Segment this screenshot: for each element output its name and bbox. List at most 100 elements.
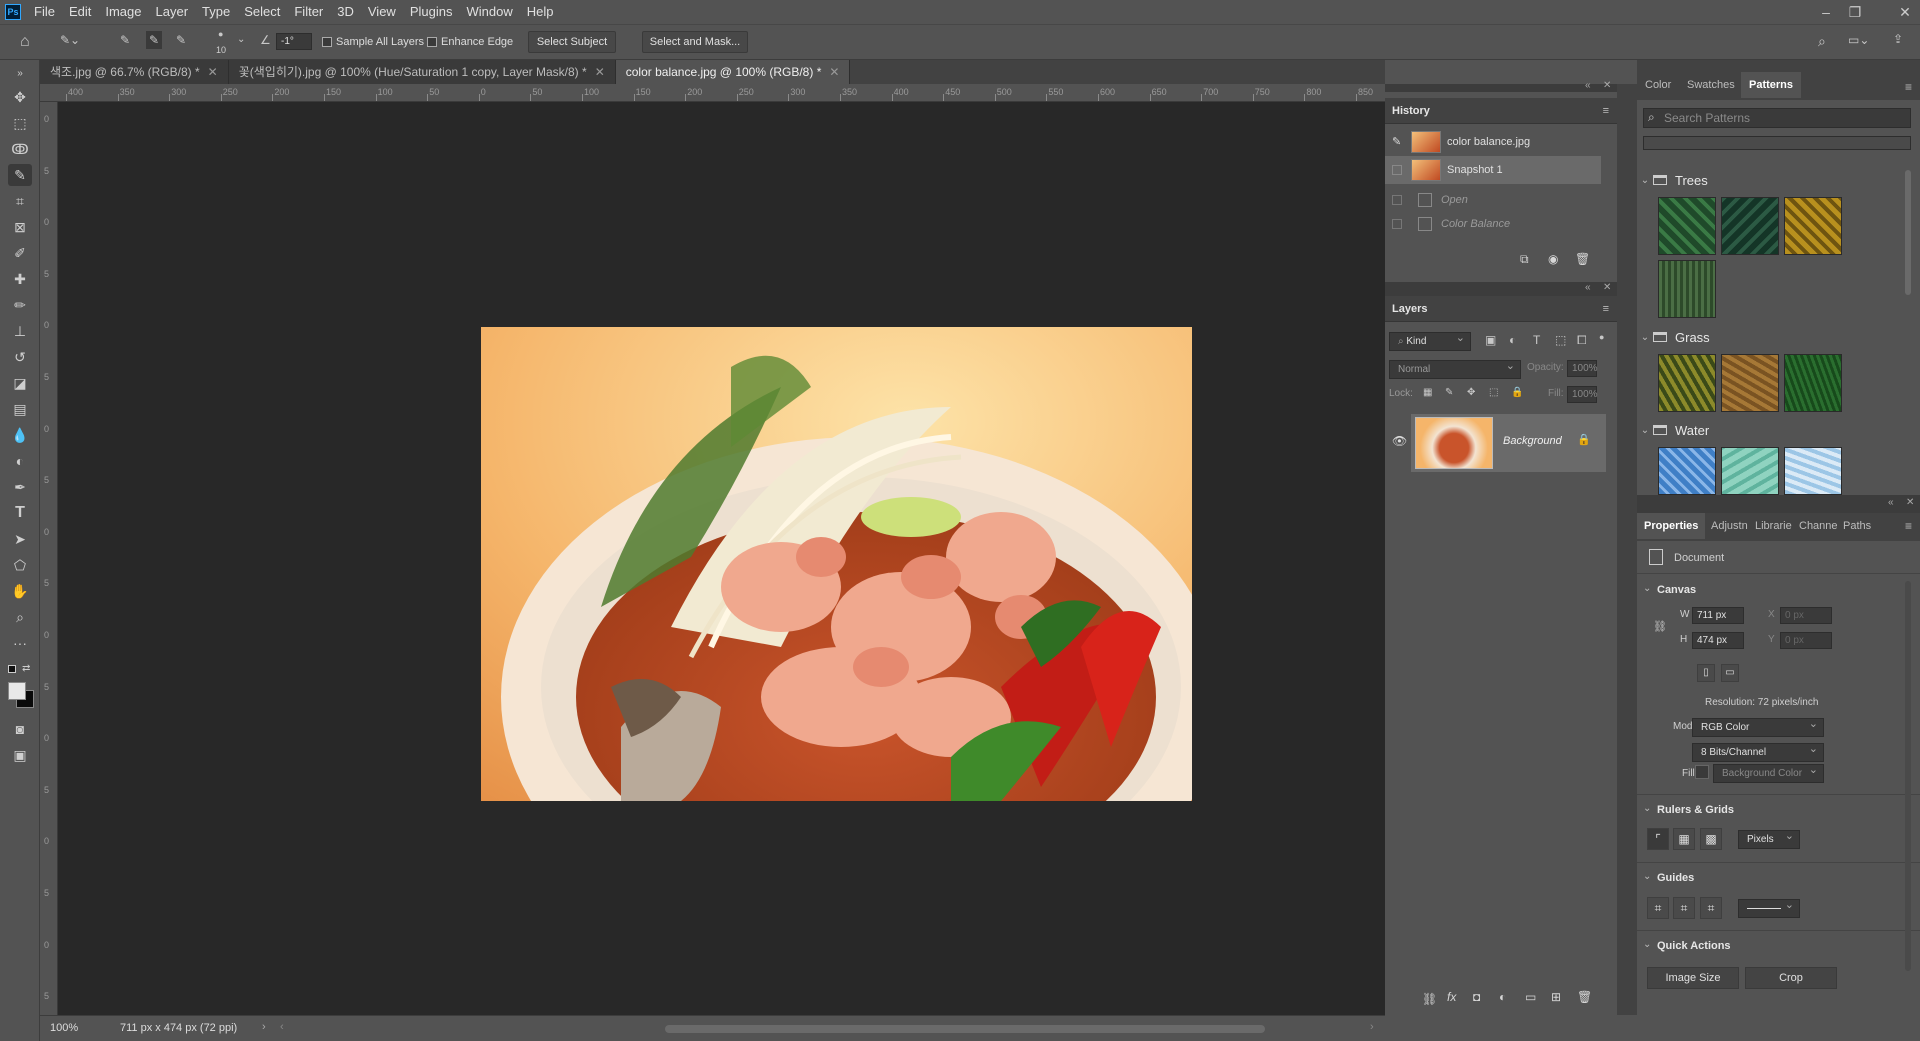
history-source-checkbox[interactable] [1392, 165, 1402, 175]
panel-menu-icon[interactable]: ≡ [1603, 98, 1609, 124]
shape-tool-icon[interactable]: ⬠ [8, 554, 32, 576]
path-selection-tool-icon[interactable]: ➤ [8, 528, 32, 550]
layer-name[interactable]: Background [1503, 435, 1562, 447]
minimize-icon[interactable]: – [1813, 2, 1839, 22]
foreground-color-swatch[interactable] [8, 682, 26, 700]
lock-artboard-icon[interactable]: ⬚ [1489, 387, 1498, 398]
frame-tool-icon[interactable]: ⊠ [8, 216, 32, 238]
layers-title[interactable]: Layers [1392, 303, 1427, 315]
share-icon[interactable]: ⇪ [1893, 32, 1903, 46]
bit-depth-select[interactable]: 8 Bits/Channel [1692, 741, 1824, 762]
eyedropper-tool-icon[interactable]: ✐ [8, 242, 32, 264]
adjustment-layer-icon[interactable]: ◐ [1499, 990, 1506, 1004]
pattern-group-trees[interactable]: ⌄ Trees [1637, 169, 1920, 191]
tab-adjustments[interactable]: Adjustn [1711, 513, 1748, 539]
new-document-from-state-icon[interactable]: ⧉ [1520, 252, 1529, 267]
menu-plugins[interactable]: Plugins [403, 0, 460, 24]
crop-button[interactable]: Crop [1745, 967, 1837, 989]
tab-patterns[interactable]: Patterns [1741, 72, 1802, 98]
filter-toggle-icon[interactable]: ● [1599, 332, 1604, 342]
rulers-grids-section-title[interactable]: Rulers & Grids [1657, 804, 1734, 816]
eraser-tool-icon[interactable]: ◪ [8, 372, 32, 394]
pattern-tile-water-3[interactable] [1784, 447, 1842, 495]
lock-position-icon[interactable]: ✥ [1467, 387, 1475, 398]
sample-all-layers-checkbox[interactable]: Sample All Layers [322, 36, 424, 48]
horizontal-scrollbar[interactable] [665, 1025, 1265, 1033]
scroll-right-icon[interactable]: › [1370, 1021, 1374, 1033]
history-title[interactable]: History [1392, 105, 1430, 117]
move-tool-icon[interactable]: ✥ [8, 86, 32, 108]
tab-libraries[interactable]: Librarie [1755, 513, 1792, 539]
image-size-button[interactable]: Image Size [1647, 967, 1739, 989]
filter-type-icon[interactable]: T [1533, 333, 1540, 347]
dodge-tool-icon[interactable]: ◐ [8, 450, 32, 472]
history-brush-tool-icon[interactable]: ↺ [8, 346, 32, 368]
restore-icon[interactable]: ❐ [1842, 2, 1868, 22]
menu-window[interactable]: Window [459, 0, 519, 24]
type-tool-icon[interactable]: T [8, 502, 32, 524]
menu-filter[interactable]: Filter [287, 0, 330, 24]
rulers-toggle-icon[interactable]: ⌜ [1647, 828, 1669, 850]
collapse-icon[interactable]: « [1585, 282, 1591, 293]
screen-mode-icon[interactable]: ▣ [8, 744, 32, 766]
home-icon[interactable]: ⌂ [20, 33, 30, 51]
history-source-checkbox[interactable] [1392, 219, 1402, 229]
link-layers-icon[interactable]: ⛓ [1422, 992, 1437, 1006]
add-guide-icon[interactable]: ⌗ [1673, 897, 1695, 919]
color-mode-select[interactable]: RGB Color [1692, 716, 1824, 737]
lock-all-icon[interactable]: 🔒 [1511, 387, 1523, 398]
quick-actions-section-title[interactable]: Quick Actions [1657, 940, 1731, 952]
panel-menu-icon[interactable]: ≡ [1603, 296, 1609, 322]
crop-tool-icon[interactable]: ⌗ [8, 190, 32, 212]
quick-selection-preset-icon[interactable]: ✎⌄ [60, 33, 80, 47]
close-tab-icon[interactable]: ✕ [595, 65, 605, 79]
more-tools-icon[interactable]: ··· [8, 632, 32, 654]
new-selection-icon[interactable]: ✎ [120, 33, 130, 47]
guides-section-title[interactable]: Guides [1657, 872, 1694, 884]
trash-icon[interactable]: 🗑 [1575, 252, 1590, 266]
swap-colors-icon[interactable]: ⇄ [22, 663, 30, 674]
history-item-color-balance[interactable]: Color Balance [1385, 210, 1601, 238]
layer-filter-kind-select[interactable]: ⌕ Kind [1389, 330, 1471, 351]
lock-transparent-icon[interactable]: ▦ [1423, 387, 1432, 398]
pattern-tile-trees-4[interactable] [1658, 260, 1716, 318]
subtract-selection-icon[interactable]: ✎ [176, 33, 186, 47]
fill-input[interactable]: 100% [1567, 386, 1598, 403]
new-layer-icon[interactable]: ⊞ [1551, 990, 1561, 1004]
pattern-tile-water-1[interactable] [1658, 447, 1716, 495]
filter-pixel-icon[interactable]: ▣ [1485, 333, 1496, 347]
select-and-mask-button[interactable]: Select and Mask... [642, 31, 748, 53]
menu-view[interactable]: View [361, 0, 403, 24]
smart-guides-icon[interactable]: ⌗ [1700, 897, 1722, 919]
pattern-tile-grass-3[interactable] [1784, 354, 1842, 412]
pattern-group-grass[interactable]: ⌄ Grass [1637, 326, 1920, 348]
search-patterns-input[interactable]: Search Patterns [1643, 108, 1911, 128]
chevron-down-icon[interactable]: ⌄ [1637, 425, 1653, 436]
ruler-units-select[interactable]: Pixels [1738, 828, 1800, 849]
opacity-input[interactable]: 100% [1567, 360, 1598, 377]
enhance-edge-checkbox[interactable]: Enhance Edge [427, 36, 513, 48]
close-icon[interactable]: ✕ [1892, 2, 1918, 22]
x-input[interactable]: 0 px [1780, 607, 1832, 624]
gradient-tool-icon[interactable]: ▤ [8, 398, 32, 420]
brush-tool-icon[interactable]: ✏ [8, 294, 32, 316]
tab-document-2[interactable]: 꽃(색입히기).jpg @ 100% (Hue/Saturation 1 cop… [228, 60, 616, 84]
fill-color-swatch[interactable] [1695, 765, 1709, 779]
width-input[interactable]: 711 px [1692, 607, 1744, 624]
tab-document-3[interactable]: color balance.jpg @ 100% (RGB/8) * ✕ [615, 60, 851, 84]
properties-scrollbar[interactable] [1905, 581, 1911, 971]
y-input[interactable]: 0 px [1780, 632, 1832, 649]
snapshot-camera-icon[interactable]: ◉ [1548, 252, 1558, 266]
chevron-down-icon[interactable]: ⌄ [1637, 175, 1653, 186]
close-panel-icon[interactable]: ✕ [1906, 497, 1914, 508]
pattern-tile-trees-2[interactable] [1721, 197, 1779, 255]
pattern-tile-grass-2[interactable] [1721, 354, 1779, 412]
menu-3d[interactable]: 3D [330, 0, 361, 24]
add-mask-icon[interactable]: ◘ [1473, 990, 1480, 1004]
tab-swatches[interactable]: Swatches [1687, 72, 1735, 98]
menu-edit[interactable]: Edit [62, 0, 98, 24]
zoom-tool-icon[interactable]: ⌕ [8, 606, 32, 628]
grid-toggle-icon[interactable]: ▦ [1673, 828, 1695, 850]
scroll-left-icon[interactable]: ‹ [280, 1021, 284, 1033]
menu-file[interactable]: File [27, 0, 62, 24]
